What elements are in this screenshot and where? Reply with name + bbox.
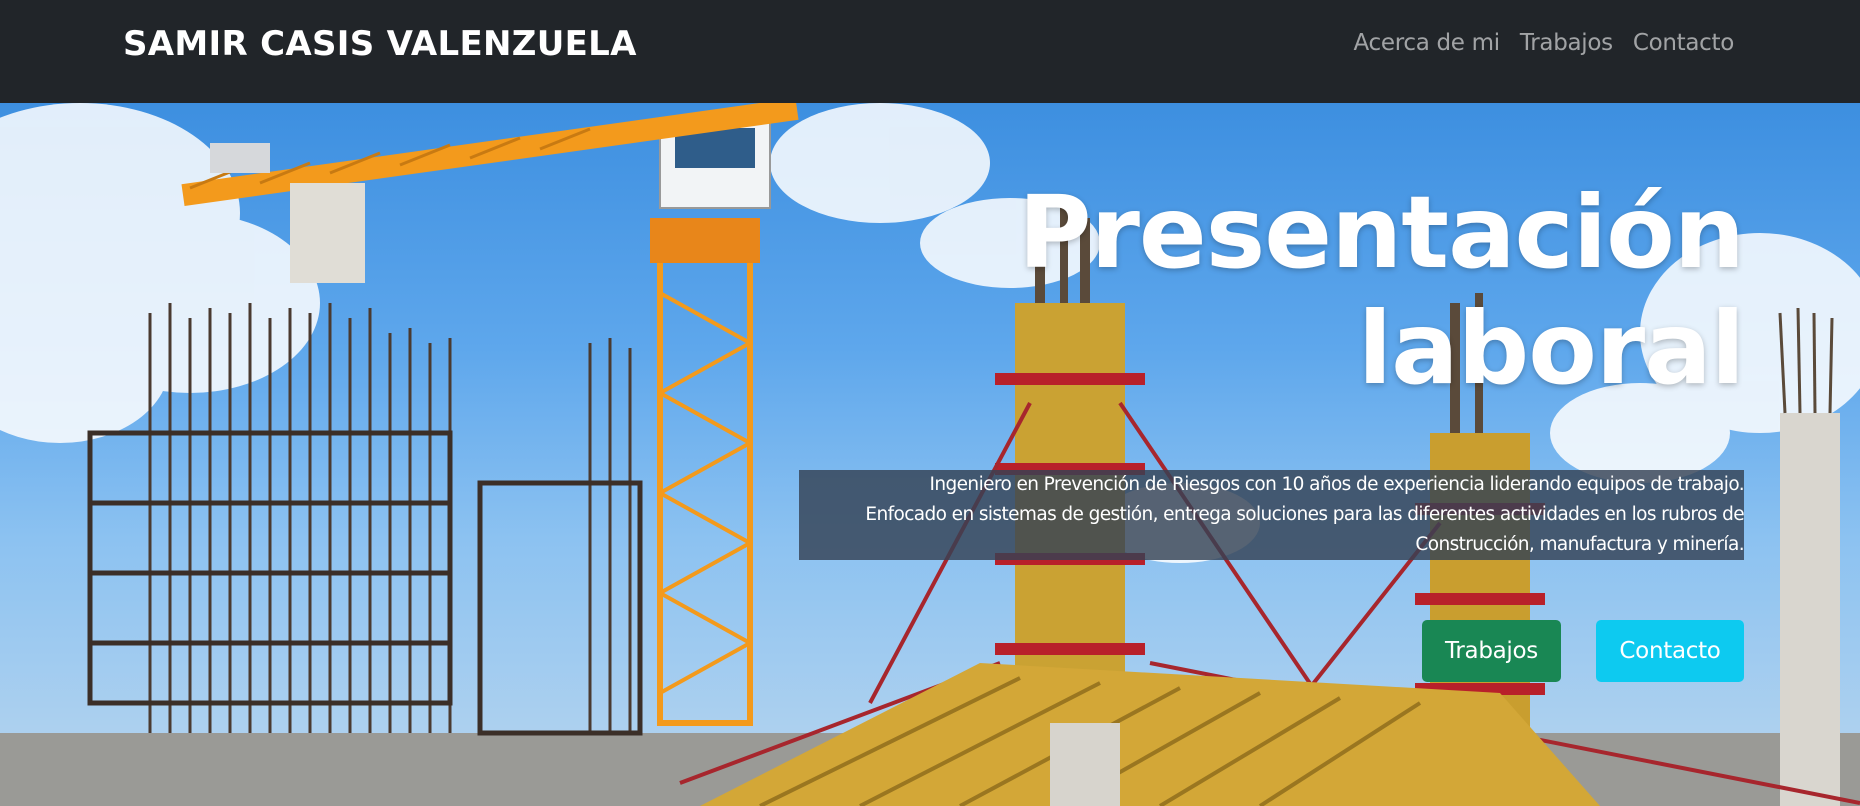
brand-logo-text[interactable]: SAMIR CASIS VALENZUELA xyxy=(123,24,637,64)
hero-description: Ingeniero en Prevención de Riesgos con 1… xyxy=(799,470,1745,560)
trabajos-button[interactable]: Trabajos xyxy=(1422,620,1561,682)
hero-title-line-1: Presentación xyxy=(1018,174,1745,291)
nav-links: Acerca de mi Trabajos Contacto xyxy=(1353,30,1734,56)
hero-description-line-1: Ingeniero en Prevención de Riesgos con 1… xyxy=(929,474,1745,495)
nav-link-trabajos[interactable]: Trabajos xyxy=(1520,30,1613,56)
hero-description-line-3: Construcción, manufactura y minería. xyxy=(1415,534,1744,555)
hero-title: Presentación laboral xyxy=(844,174,1745,407)
hero-description-line-2: Enfocado en sistemas de gestión, entrega… xyxy=(865,504,1744,525)
contacto-button[interactable]: Contacto xyxy=(1596,620,1744,682)
nav-link-acerca[interactable]: Acerca de mi xyxy=(1353,30,1500,56)
hero-section: Presentación laboral Ingeniero en Preven… xyxy=(0,103,1860,806)
navbar: SAMIR CASIS VALENZUELA Acerca de mi Trab… xyxy=(0,0,1860,103)
nav-link-contacto[interactable]: Contacto xyxy=(1633,30,1734,56)
hero-title-line-2: laboral xyxy=(1357,290,1745,407)
